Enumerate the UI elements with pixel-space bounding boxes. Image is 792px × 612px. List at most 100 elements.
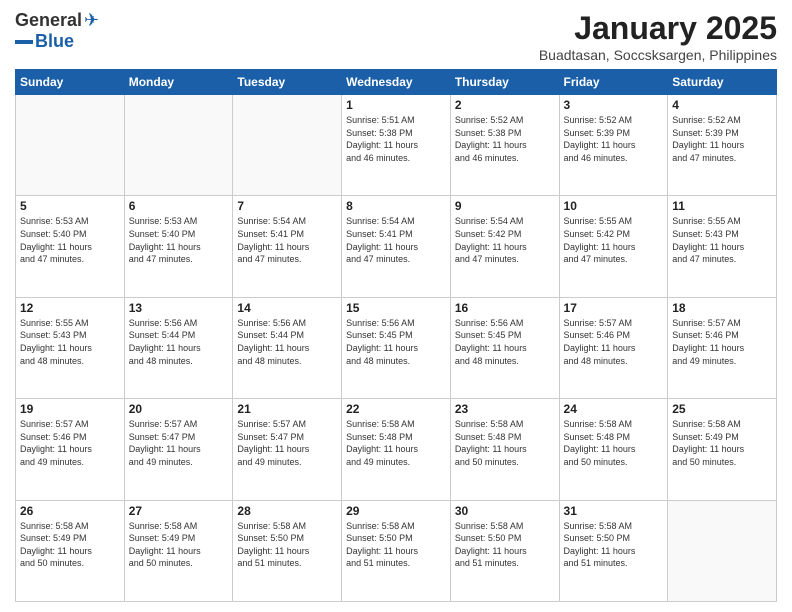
table-row: 23 Sunrise: 5:58 AMSunset: 5:48 PMDayligh… <box>450 399 559 500</box>
day-info: Sunrise: 5:54 AMSunset: 5:41 PMDaylight:… <box>346 215 446 265</box>
table-row: 14 Sunrise: 5:56 AMSunset: 5:44 PMDayligh… <box>233 297 342 398</box>
day-number: 15 <box>346 301 446 315</box>
day-number: 17 <box>564 301 664 315</box>
table-row: 22Sunrise: 5:58 AMSunset: 5:48 PMDayligh… <box>342 399 451 500</box>
day-info: Sunrise: 5:54 AMSunset: 5:42 PMDaylight:… <box>455 215 555 265</box>
table-row: 4Sunrise: 5:52 AMSunset: 5:39 PMDaylight… <box>668 95 777 196</box>
day-info: Sunrise: 5:58 AMSunset: 5:48 PMDaylight:… <box>346 418 446 468</box>
logo-blue: Blue <box>35 31 74 52</box>
day-number: 27 <box>129 504 229 518</box>
table-row: 13 Sunrise: 5:56 AMSunset: 5:44 PMDayligh… <box>124 297 233 398</box>
calendar-week-row: 26 Sunrise: 5:58 AMSunset: 5:49 PMDayligh… <box>16 500 777 601</box>
calendar-header-row: Sunday Monday Tuesday Wednesday Thursday… <box>16 70 777 95</box>
calendar-table: Sunday Monday Tuesday Wednesday Thursday… <box>15 69 777 602</box>
table-row: 24 Sunrise: 5:58 AMSunset: 5:48 PMDayligh… <box>559 399 668 500</box>
table-row: 25Sunrise: 5:58 AMSunset: 5:49 PMDayligh… <box>668 399 777 500</box>
table-row <box>16 95 125 196</box>
day-number: 13 <box>129 301 229 315</box>
table-row: 31Sunrise: 5:58 AMSunset: 5:50 PMDayligh… <box>559 500 668 601</box>
day-info: Sunrise: 5:57 AMSunset: 5:46 PMDaylight:… <box>20 418 120 468</box>
day-number: 1 <box>346 98 446 112</box>
table-row <box>233 95 342 196</box>
table-row: 7 Sunrise: 5:54 AMSunset: 5:41 PMDaylight… <box>233 196 342 297</box>
day-info: Sunrise: 5:58 AMSunset: 5:49 PMDaylight:… <box>129 520 229 570</box>
day-number: 16 <box>455 301 555 315</box>
table-row: 28 Sunrise: 5:58 AMSunset: 5:50 PMDayligh… <box>233 500 342 601</box>
day-number: 30 <box>455 504 555 518</box>
table-row: 8 Sunrise: 5:54 AMSunset: 5:41 PMDaylight… <box>342 196 451 297</box>
day-info: Sunrise: 5:58 AMSunset: 5:48 PMDaylight:… <box>455 418 555 468</box>
day-info: Sunrise: 5:58 AMSunset: 5:50 PMDaylight:… <box>455 520 555 570</box>
table-row: 16 Sunrise: 5:56 AMSunset: 5:45 PMDayligh… <box>450 297 559 398</box>
table-row <box>124 95 233 196</box>
day-info: Sunrise: 5:53 AMSunset: 5:40 PMDaylight:… <box>20 215 120 265</box>
day-number: 18 <box>672 301 772 315</box>
table-row: 29Sunrise: 5:58 AMSunset: 5:50 PMDayligh… <box>342 500 451 601</box>
calendar-week-row: 12 Sunrise: 5:55 AMSunset: 5:43 PMDayligh… <box>16 297 777 398</box>
header: General ✈ Blue January 2025 Buadtasan, S… <box>15 10 777 63</box>
calendar-week-row: 19 Sunrise: 5:57 AMSunset: 5:46 PMDayligh… <box>16 399 777 500</box>
day-number: 26 <box>20 504 120 518</box>
day-number: 19 <box>20 402 120 416</box>
day-number: 10 <box>564 199 664 213</box>
day-info: Sunrise: 5:52 AMSunset: 5:39 PMDaylight:… <box>672 114 772 164</box>
day-number: 20 <box>129 402 229 416</box>
day-number: 25 <box>672 402 772 416</box>
header-sunday: Sunday <box>16 70 125 95</box>
day-info: Sunrise: 5:52 AMSunset: 5:39 PMDaylight:… <box>564 114 664 164</box>
logo-bird-icon: ✈ <box>84 10 99 31</box>
day-info: Sunrise: 5:57 AMSunset: 5:46 PMDaylight:… <box>672 317 772 367</box>
table-row: 18 Sunrise: 5:57 AMSunset: 5:46 PMDayligh… <box>668 297 777 398</box>
calendar-week-row: 1Sunrise: 5:51 AMSunset: 5:38 PMDaylight… <box>16 95 777 196</box>
day-info: Sunrise: 5:56 AMSunset: 5:45 PMDaylight:… <box>455 317 555 367</box>
month-title: January 2025 <box>539 10 777 47</box>
day-info: Sunrise: 5:58 AMSunset: 5:50 PMDaylight:… <box>564 520 664 570</box>
day-number: 3 <box>564 98 664 112</box>
logo-general: General <box>15 10 82 31</box>
subtitle: Buadtasan, Soccsksargen, Philippines <box>539 47 777 63</box>
table-row: 26 Sunrise: 5:58 AMSunset: 5:49 PMDayligh… <box>16 500 125 601</box>
day-number: 14 <box>237 301 337 315</box>
day-number: 6 <box>129 199 229 213</box>
day-info: Sunrise: 5:54 AMSunset: 5:41 PMDaylight:… <box>237 215 337 265</box>
day-info: Sunrise: 5:55 AMSunset: 5:43 PMDaylight:… <box>672 215 772 265</box>
calendar-week-row: 5 Sunrise: 5:53 AMSunset: 5:40 PMDaylight… <box>16 196 777 297</box>
day-info: Sunrise: 5:55 AMSunset: 5:43 PMDaylight:… <box>20 317 120 367</box>
day-info: Sunrise: 5:53 AMSunset: 5:40 PMDaylight:… <box>129 215 229 265</box>
page: General ✈ Blue January 2025 Buadtasan, S… <box>0 0 792 612</box>
table-row: 5 Sunrise: 5:53 AMSunset: 5:40 PMDaylight… <box>16 196 125 297</box>
day-info: Sunrise: 5:56 AMSunset: 5:44 PMDaylight:… <box>129 317 229 367</box>
day-info: Sunrise: 5:57 AMSunset: 5:46 PMDaylight:… <box>564 317 664 367</box>
header-wednesday: Wednesday <box>342 70 451 95</box>
table-row: 12 Sunrise: 5:55 AMSunset: 5:43 PMDayligh… <box>16 297 125 398</box>
day-number: 12 <box>20 301 120 315</box>
day-number: 5 <box>20 199 120 213</box>
day-info: Sunrise: 5:57 AMSunset: 5:47 PMDaylight:… <box>129 418 229 468</box>
header-saturday: Saturday <box>668 70 777 95</box>
day-number: 2 <box>455 98 555 112</box>
table-row: 1Sunrise: 5:51 AMSunset: 5:38 PMDaylight… <box>342 95 451 196</box>
table-row: 27 Sunrise: 5:58 AMSunset: 5:49 PMDayligh… <box>124 500 233 601</box>
day-number: 24 <box>564 402 664 416</box>
day-info: Sunrise: 5:56 AMSunset: 5:45 PMDaylight:… <box>346 317 446 367</box>
day-number: 8 <box>346 199 446 213</box>
table-row: 11 Sunrise: 5:55 AMSunset: 5:43 PMDayligh… <box>668 196 777 297</box>
day-number: 7 <box>237 199 337 213</box>
day-info: Sunrise: 5:55 AMSunset: 5:42 PMDaylight:… <box>564 215 664 265</box>
title-block: January 2025 Buadtasan, Soccsksargen, Ph… <box>539 10 777 63</box>
day-info: Sunrise: 5:58 AMSunset: 5:50 PMDaylight:… <box>237 520 337 570</box>
header-tuesday: Tuesday <box>233 70 342 95</box>
table-row <box>668 500 777 601</box>
day-info: Sunrise: 5:57 AMSunset: 5:47 PMDaylight:… <box>237 418 337 468</box>
day-number: 23 <box>455 402 555 416</box>
day-number: 28 <box>237 504 337 518</box>
table-row: 10 Sunrise: 5:55 AMSunset: 5:42 PMDayligh… <box>559 196 668 297</box>
day-info: Sunrise: 5:58 AMSunset: 5:50 PMDaylight:… <box>346 520 446 570</box>
day-number: 11 <box>672 199 772 213</box>
day-number: 21 <box>237 402 337 416</box>
table-row: 2Sunrise: 5:52 AMSunset: 5:38 PMDaylight… <box>450 95 559 196</box>
header-thursday: Thursday <box>450 70 559 95</box>
day-info: Sunrise: 5:58 AMSunset: 5:48 PMDaylight:… <box>564 418 664 468</box>
day-info: Sunrise: 5:56 AMSunset: 5:44 PMDaylight:… <box>237 317 337 367</box>
day-info: Sunrise: 5:58 AMSunset: 5:49 PMDaylight:… <box>20 520 120 570</box>
